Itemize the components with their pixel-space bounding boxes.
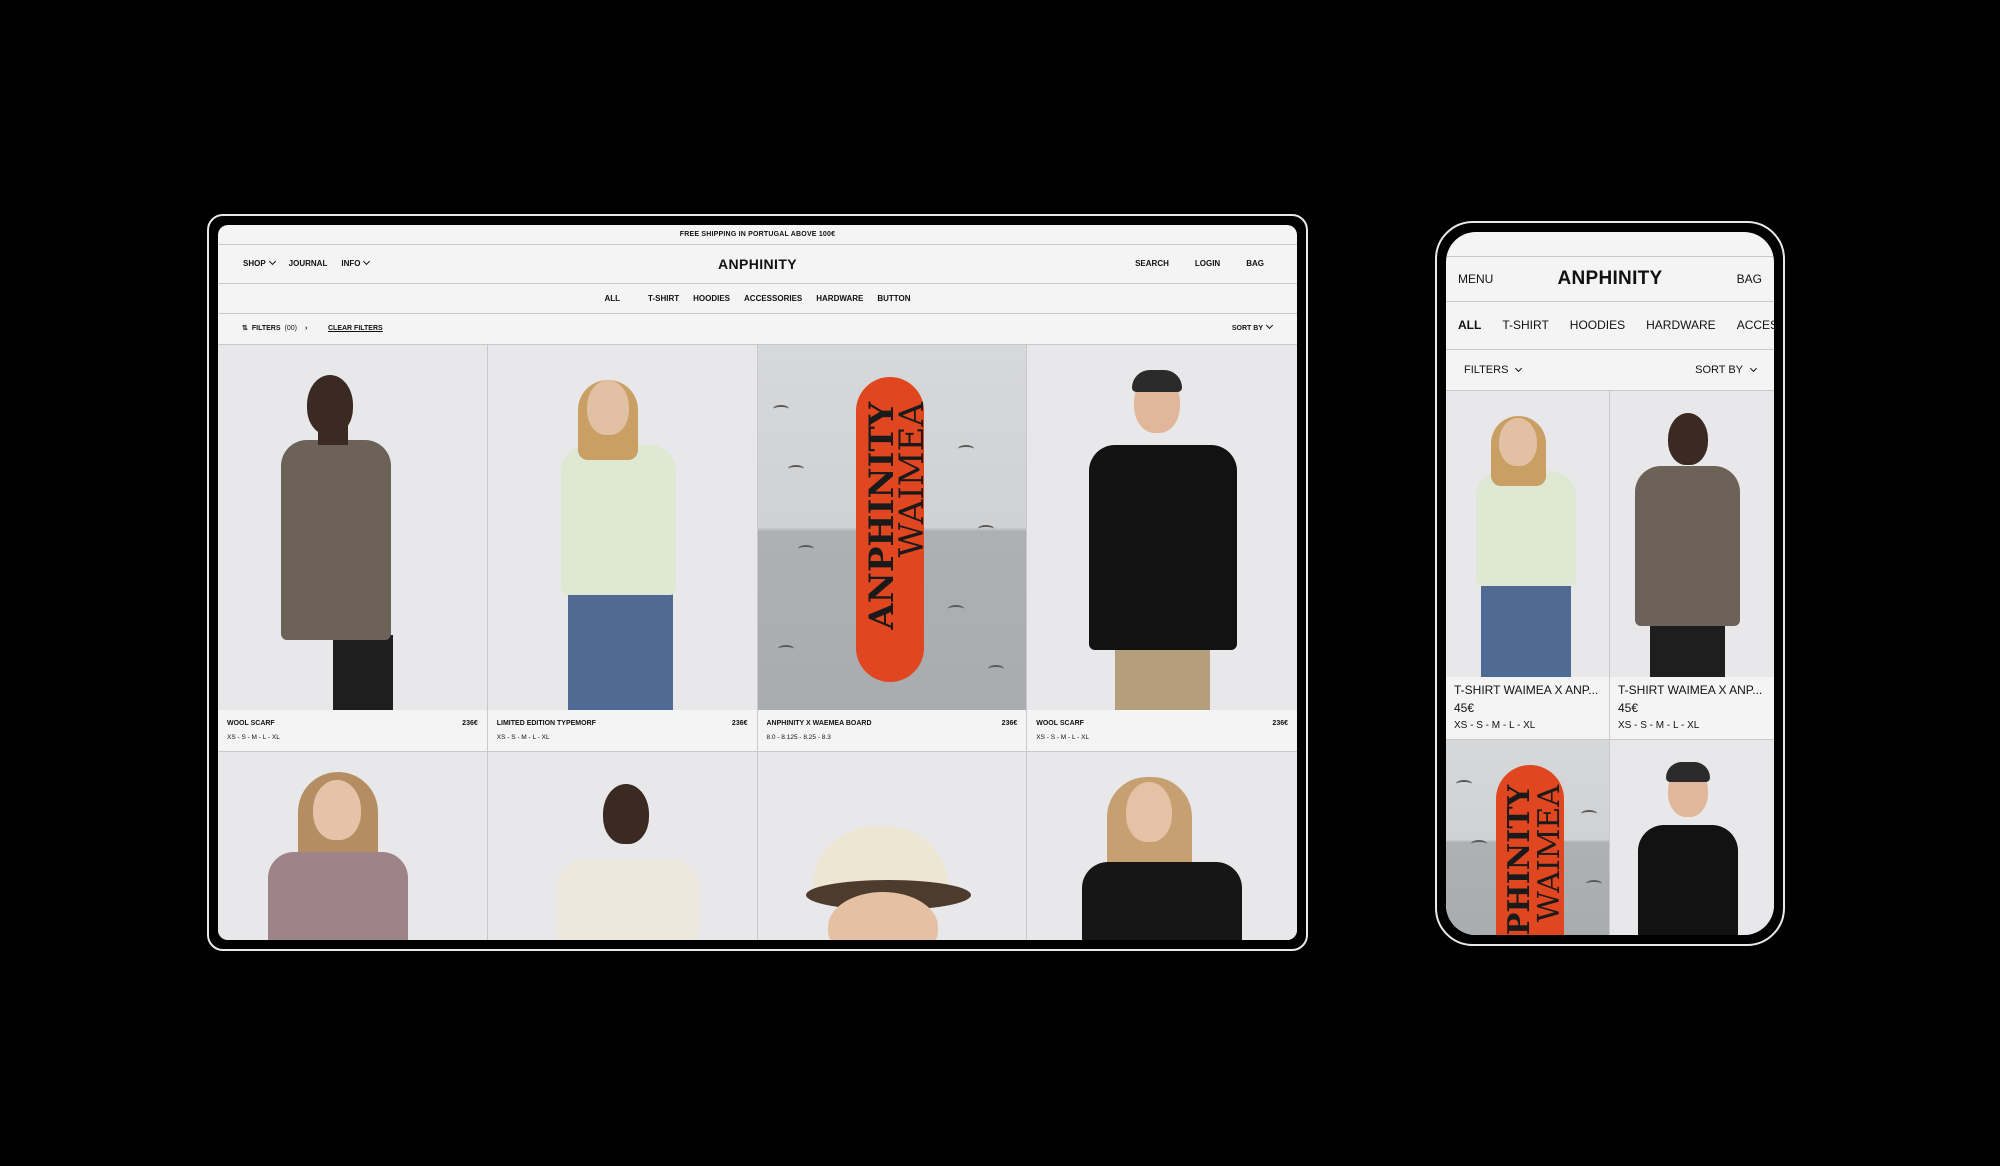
sliders-icon: ⇅: [242, 325, 248, 332]
desktop-screen: FREE SHIPPING IN PORTUGAL ABOVE 100€ SHO…: [218, 225, 1297, 940]
product-image: [1446, 391, 1609, 677]
category-hardware[interactable]: HARDWARE: [1646, 302, 1716, 349]
product-name: T-SHIRT WAIMEA X ANP...: [1618, 683, 1763, 697]
mobile-screen: MENU ANPHINITY BAG ALL T-SHIRT HOODIES H…: [1446, 232, 1774, 935]
sort-by-button[interactable]: SORT BY: [1695, 350, 1758, 390]
product-price: 45€: [1618, 701, 1639, 715]
skateboard-deck: ANPHINITY WAIMEA: [855, 377, 932, 682]
product-card[interactable]: ANPHINITY WAIMEA ANPHINITY X WAEMEA BOAR…: [757, 345, 1028, 752]
product-price: 236€: [1272, 720, 1288, 727]
desktop-header: SHOP JOURNAL INFO ANPHINITY SEARCH LOGIN…: [218, 245, 1297, 284]
category-all[interactable]: ALL: [1458, 302, 1481, 349]
product-info: ANPHINITY X WAEMEA BOARD 236€ 8.0 - 8.12…: [758, 710, 1027, 751]
product-price: 236€: [1001, 720, 1018, 727]
product-info: T-SHIRT WAIMEA X ANP... 45€ XS - S - M -…: [1446, 677, 1609, 739]
announcement-bar: FREE SHIPPING IN PORTUGAL ABOVE 100€: [218, 225, 1297, 245]
product-image: [1027, 345, 1297, 710]
product-info: T-SHIRT WAIMEA X ANP... 45€ XS - S - M -…: [1610, 677, 1774, 739]
product-card[interactable]: LIMITED EDITION TYPEMORF 236€ XS - S - M…: [487, 345, 758, 752]
desktop-filter-bar: ⇅ FILTERS (00) › CLEAR FILTERS SORT BY: [218, 314, 1297, 345]
product-name: ANPHINITY X WAEMEA BOARD: [766, 720, 872, 727]
mobile-device-frame: MENU ANPHINITY BAG ALL T-SHIRT HOODIES H…: [1435, 221, 1785, 946]
mobile-filter-bar: FILTERS SORT BY: [1446, 350, 1774, 391]
product-price: 45€: [1454, 701, 1475, 715]
product-info: LIMITED EDITION TYPEMORF 236€ XS - S - M…: [488, 710, 757, 751]
nav-login[interactable]: LOGIN: [1195, 245, 1220, 283]
category-t-shirt[interactable]: T-SHIRT: [648, 284, 679, 313]
mobile-header: MENU ANPHINITY BAG: [1446, 256, 1774, 302]
category-hoodies[interactable]: HOODIES: [693, 284, 730, 313]
clear-filters-link[interactable]: CLEAR FILTERS: [328, 314, 383, 344]
product-card[interactable]: T-SHIRT WAIMEA X ANP... 45€ XS - S - M -…: [1446, 391, 1610, 740]
chevron-down-icon: [1749, 364, 1758, 373]
category-all[interactable]: ALL: [604, 284, 620, 313]
category-t-shirt[interactable]: T-SHIRT: [1502, 302, 1548, 349]
product-image: [1610, 740, 1774, 935]
product-price: 236€: [462, 720, 478, 727]
product-card[interactable]: [487, 752, 758, 940]
category-accessories[interactable]: ACCESSORIES: [744, 284, 802, 313]
product-sizes: XS - S - M - L - XL: [496, 734, 550, 741]
product-card[interactable]: T-SHIRT WAIMEA X ANP... 45€ XS - S - M -…: [1610, 391, 1774, 740]
category-hoodies[interactable]: HOODIES: [1570, 302, 1625, 349]
product-sizes: XS - S - M - L - XL: [1618, 720, 1700, 731]
product-image: [487, 752, 757, 940]
bag-button[interactable]: BAG: [1737, 257, 1762, 301]
mobile-category-nav: ALL T-SHIRT HOODIES HARDWARE ACCESSORIES: [1446, 302, 1774, 350]
filters-button[interactable]: ⇅ FILTERS (00) ›: [242, 314, 307, 344]
product-sizes: XS - S - M - L - XL: [227, 734, 280, 741]
product-info: WOOL SCARF 236€ XS - S - M - L - XL: [218, 710, 487, 751]
desktop-device-frame: FREE SHIPPING IN PORTUGAL ABOVE 100€ SHO…: [207, 214, 1308, 951]
product-image: [1027, 752, 1297, 940]
product-info: WOOL SCARF 236€ XS - S - M - L - XL: [1027, 710, 1297, 751]
product-sizes: XS - S - M - L - XL: [1036, 734, 1090, 741]
product-card[interactable]: WOOL SCARF 236€ XS - S - M - L - XL: [1027, 345, 1297, 752]
product-image: [1610, 391, 1774, 677]
product-image: ANPHINITY WAIMEA: [757, 345, 1027, 710]
mobile-product-grid: T-SHIRT WAIMEA X ANP... 45€ XS - S - M -…: [1446, 391, 1774, 935]
sort-by-button[interactable]: SORT BY: [1232, 314, 1274, 344]
product-image: ANPHINITY WAIMEA: [1446, 740, 1609, 935]
product-card[interactable]: ANPHINITY WAIMEA: [1446, 740, 1610, 935]
product-card[interactable]: [218, 752, 488, 940]
product-image: [218, 752, 487, 940]
product-price: 236€: [731, 720, 748, 727]
product-name: WOOL SCARF: [1036, 720, 1084, 727]
category-button[interactable]: BUTTON: [877, 284, 910, 313]
product-name: T-SHIRT WAIMEA X ANP...: [1454, 683, 1599, 697]
desktop-category-nav: ALL T-SHIRT HOODIES ACCESSORIES HARDWARE…: [218, 284, 1297, 314]
mobile-logo[interactable]: ANPHINITY: [1446, 257, 1774, 301]
chevron-down-icon: [1515, 364, 1523, 373]
product-image: [218, 345, 487, 710]
category-accessories[interactable]: ACCESSORIES: [1737, 302, 1774, 349]
product-card[interactable]: [757, 752, 1028, 940]
product-name: LIMITED EDITION TYPEMORF: [496, 720, 596, 727]
chevron-right-icon: ›: [304, 325, 308, 332]
category-hardware[interactable]: HARDWARE: [816, 284, 863, 313]
product-sizes: 8.0 - 8.125 - 8.25 - 8.3: [766, 734, 831, 741]
desktop-product-grid: WOOL SCARF 236€ XS - S - M - L - XL LIMI…: [218, 345, 1297, 940]
filters-button[interactable]: FILTERS: [1464, 350, 1523, 390]
product-card[interactable]: [1027, 752, 1297, 940]
product-image: [487, 345, 757, 710]
product-name: WOOL SCARF: [227, 720, 275, 727]
product-image: [757, 752, 1027, 940]
skateboard-deck: ANPHINITY WAIMEA: [1496, 765, 1567, 935]
nav-search[interactable]: SEARCH: [1135, 245, 1169, 283]
chevron-down-icon: [1265, 321, 1274, 330]
product-card[interactable]: [1610, 740, 1774, 935]
product-sizes: XS - S - M - L - XL: [1454, 720, 1536, 731]
desktop-nav-right: SEARCH LOGIN BAG: [1135, 245, 1264, 283]
nav-bag[interactable]: BAG: [1246, 245, 1264, 283]
product-card[interactable]: WOOL SCARF 236€ XS - S - M - L - XL: [218, 345, 488, 752]
